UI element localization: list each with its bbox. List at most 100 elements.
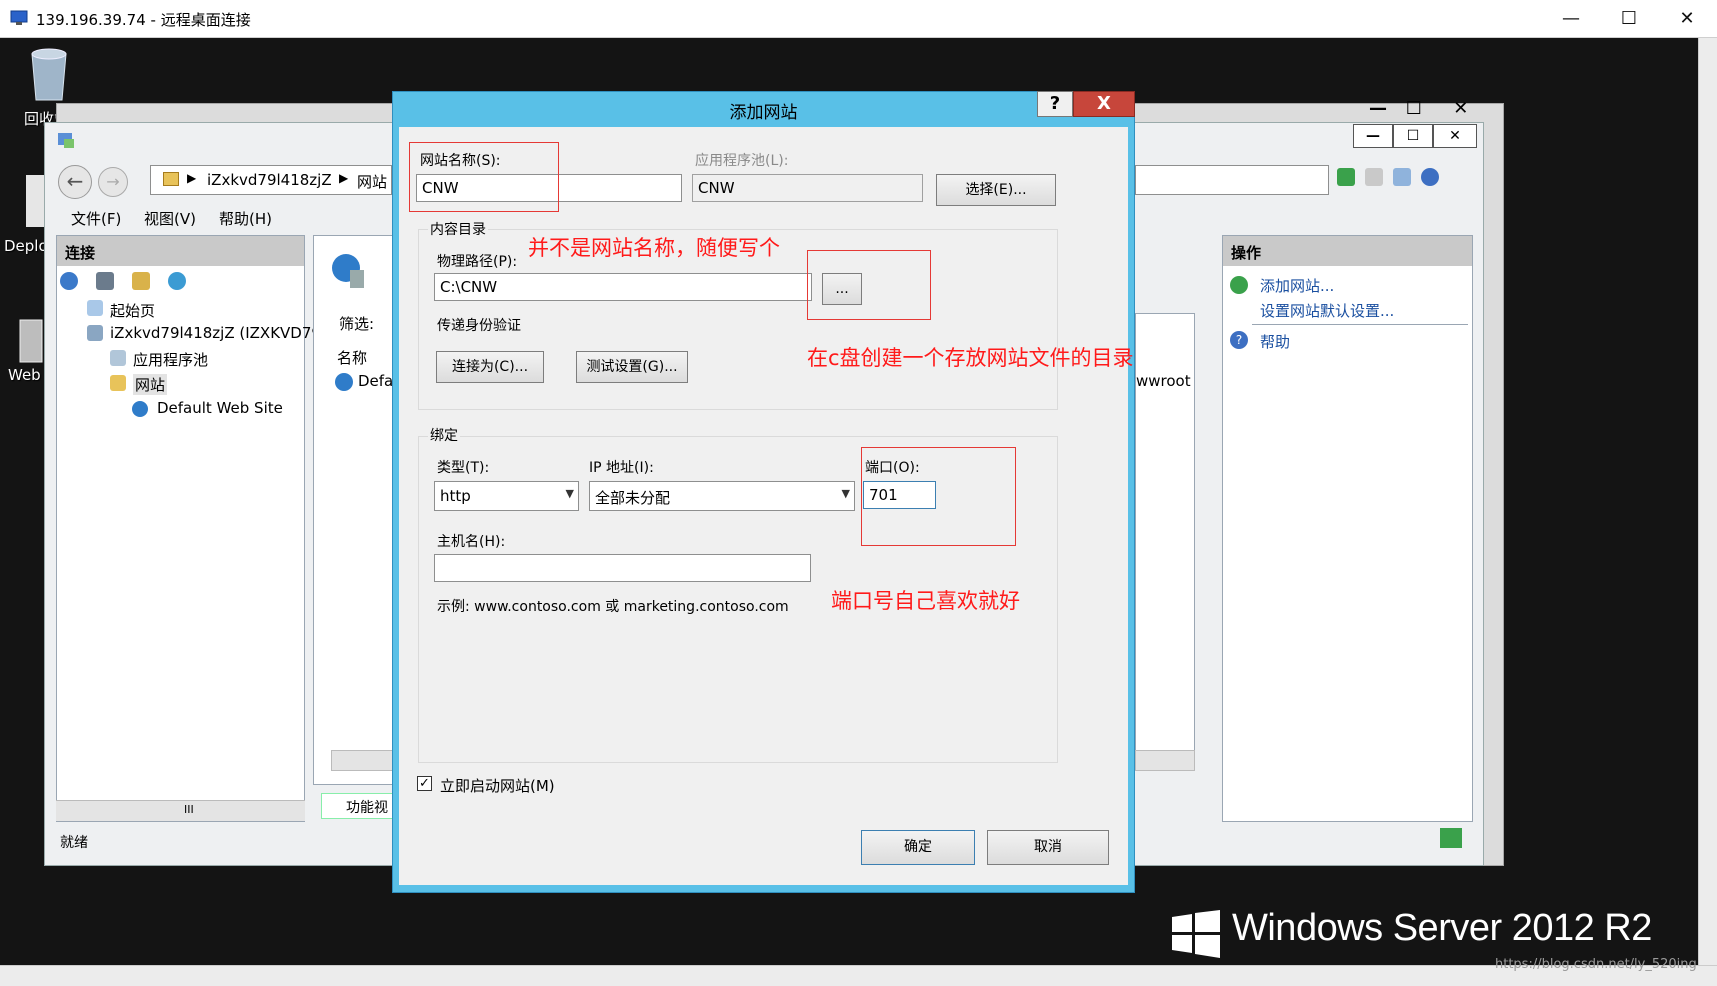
annotation-path-note: 在c盘创建一个存放网站文件的目录 <box>807 346 1134 370</box>
status-connection-icon <box>1440 828 1462 848</box>
app-pool-input: CNW <box>692 174 923 202</box>
connections-hscrollbar[interactable]: III <box>56 800 305 821</box>
annotation-port-note: 端口号自己喜欢就好 <box>831 589 1020 613</box>
iis-close-button[interactable]: ✕ <box>1433 124 1477 148</box>
app-pool-label: 应用程序池(L): <box>695 153 789 169</box>
up-folder-icon[interactable] <box>132 272 150 290</box>
stop-icon[interactable] <box>1365 168 1383 186</box>
desktop-icon-label: Deplo <box>4 237 48 255</box>
tree-item-start-page[interactable]: 起始页 <box>110 300 155 321</box>
site-row-name[interactable]: Defa <box>358 372 393 390</box>
type-label: 类型(T): <box>437 460 490 476</box>
connect-icon[interactable] <box>60 272 78 290</box>
features-view-label: 功能视 <box>346 800 388 816</box>
host-name-label: 主机名(H): <box>437 534 506 550</box>
binding-label: 绑定 <box>428 425 460 445</box>
type-value: http <box>440 487 471 505</box>
home-icon[interactable] <box>1393 168 1411 186</box>
dialog-close-button[interactable]: X <box>1073 91 1135 117</box>
physical-path-input[interactable]: C:\CNW <box>434 273 812 301</box>
cancel-button[interactable]: 取消 <box>987 830 1109 865</box>
select-app-pool-button[interactable]: 选择(E)... <box>936 174 1056 206</box>
breadcrumb-separator-icon: ▶ <box>187 171 197 185</box>
actions-header: 操作 <box>1223 236 1472 266</box>
desktop-icon-label: Web <box>8 366 41 384</box>
start-page-icon <box>87 300 103 316</box>
breadcrumb-host[interactable]: iZxkvd79l418zjZ <box>207 171 332 189</box>
maximize-button[interactable]: ☐ <box>1600 0 1658 38</box>
filter-label: 筛选: <box>339 315 375 333</box>
refresh-icon[interactable] <box>1337 168 1355 186</box>
features-view-tab[interactable]: 功能视 <box>321 793 399 819</box>
status-text: 就绪 <box>60 835 88 851</box>
horizontal-scrollbar[interactable] <box>0 965 1717 986</box>
iis-minimize-button[interactable]: — <box>1353 124 1393 148</box>
recycle-bin-icon[interactable] <box>26 44 72 102</box>
center-hscrollbar[interactable] <box>331 750 399 771</box>
web-icon[interactable] <box>18 318 44 364</box>
globe-icon <box>132 401 148 417</box>
sites-globe-icon <box>332 254 364 288</box>
dialog-title: 添加网站 <box>729 103 798 123</box>
save-icon[interactable] <box>96 272 114 290</box>
tree-item-default-web-site[interactable]: Default Web Site <box>157 399 283 417</box>
vertical-scrollbar[interactable] <box>1698 38 1717 965</box>
iis-window-controls: — ☐ ✕ <box>1353 124 1477 148</box>
menu-help[interactable]: 帮助(H) <box>219 208 272 229</box>
back-button[interactable]: ← <box>58 165 92 199</box>
address-bar[interactable]: ▶ iZxkvd79l418zjZ ▶ 网站 <box>150 165 392 195</box>
actions-divider <box>1252 324 1468 325</box>
pass-through-auth-label: 传递身份验证 <box>437 318 521 334</box>
rdp-close-button[interactable]: ✕ <box>1658 0 1716 38</box>
annotation-site-name-note: 并不是网站名称，随便写个 <box>528 236 780 260</box>
name-column-header[interactable]: 名称 <box>337 347 367 368</box>
iis-maximize-button[interactable]: ☐ <box>1393 124 1433 148</box>
tree-item-sites[interactable]: 网站 <box>133 374 168 395</box>
start-immediately-label: 立即启动网站(M) <box>440 777 555 795</box>
iis-app-icon <box>58 133 74 148</box>
annotation-box-port <box>861 447 1016 546</box>
tree-item-app-pools[interactable]: 应用程序池 <box>133 349 208 370</box>
forward-button[interactable]: → <box>98 167 128 197</box>
ip-address-label: IP 地址(I): <box>589 460 654 476</box>
app-pool-icon <box>110 350 126 366</box>
ip-address-select[interactable]: 全部未分配 ▼ <box>589 481 855 511</box>
ip-address-value: 全部未分配 <box>595 489 671 507</box>
test-settings-button[interactable]: 测试设置(G)... <box>576 351 688 383</box>
site-physical-path-fragment: wwroot <box>1136 372 1191 390</box>
dialog-help-button[interactable]: ? <box>1037 91 1073 117</box>
deploy-icon[interactable] <box>26 175 44 227</box>
rdp-title: 139.196.39.74 - 远程桌面连接 <box>36 11 251 29</box>
disconnect-icon[interactable] <box>168 272 186 290</box>
windows-logo-icon <box>1172 910 1220 958</box>
add-site-link[interactable]: 添加网站... <box>1260 275 1334 296</box>
actions-help-link[interactable]: 帮助 <box>1260 331 1290 352</box>
center-hscrollbar-right[interactable] <box>1135 750 1195 771</box>
scroll-grip: III <box>184 803 194 816</box>
connect-as-button[interactable]: 连接为(C)... <box>436 351 544 383</box>
tree-item-server[interactable]: iZxkvd79l418zjZ (IZXKVD79 <box>110 324 321 342</box>
minimize-button[interactable]: — <box>1542 0 1600 38</box>
menu-view[interactable]: 视图(V) <box>144 208 196 229</box>
physical-path-label: 物理路径(P): <box>437 254 518 270</box>
menu-file[interactable]: 文件(F) <box>71 208 121 229</box>
help-icon[interactable] <box>1421 168 1439 186</box>
annotation-box-browse <box>807 250 931 320</box>
site-row-globe-icon <box>335 373 353 391</box>
address-bar-right-part[interactable] <box>1135 165 1329 195</box>
breadcrumb-sites[interactable]: 网站 <box>357 171 387 192</box>
annotation-box-site-name <box>409 142 559 212</box>
sites-folder-icon <box>110 375 126 391</box>
windows-server-logo-text: Windows Server 2012 R2 <box>1232 907 1652 949</box>
ok-button[interactable]: 确定 <box>861 830 975 865</box>
connections-header: 连接 <box>57 236 304 266</box>
default-settings-link[interactable]: 设置网站默认设置... <box>1260 300 1394 321</box>
folder-icon <box>163 172 179 186</box>
host-name-example: 示例: www.contoso.com 或 marketing.contoso.… <box>437 599 789 615</box>
rdp-title-bar: 139.196.39.74 - 远程桌面连接 — ☐ ✕ <box>0 0 1717 38</box>
start-immediately-checkbox[interactable]: ✓ <box>417 776 432 791</box>
host-name-input[interactable] <box>434 554 811 582</box>
server-icon <box>87 325 103 341</box>
actions-help-icon: ? <box>1230 331 1248 349</box>
type-select[interactable]: http ▼ <box>434 481 579 511</box>
